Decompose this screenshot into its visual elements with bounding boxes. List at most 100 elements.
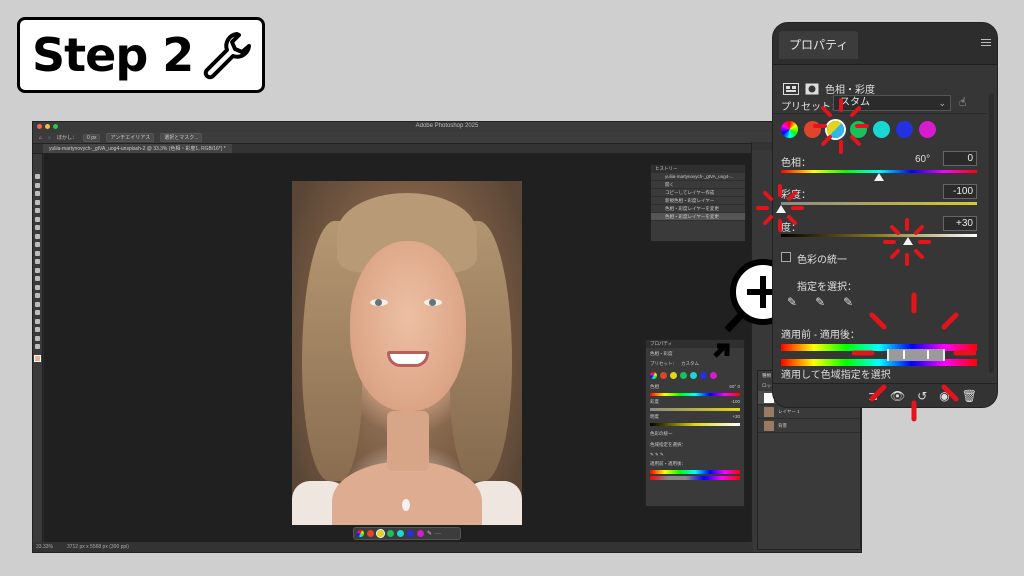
step-label: Step 2 bbox=[32, 28, 194, 82]
eraser-tool-icon[interactable] bbox=[35, 267, 40, 273]
options-bar: ⌂ ◌ ぼかし： 0 px アンチエイリアス 選択とマスク... bbox=[33, 132, 861, 144]
history-snapshot[interactable]: yuliia-martynovych-_gtVA_uog4-... bbox=[651, 173, 745, 181]
hue-value-input[interactable]: 0 bbox=[943, 151, 977, 166]
master-channel-icon[interactable] bbox=[357, 530, 364, 537]
mini-hue-value[interactable]: 0 bbox=[737, 384, 740, 389]
healing-tool-icon[interactable] bbox=[35, 233, 40, 239]
panel-menu-icon[interactable] bbox=[981, 39, 991, 46]
blur-tool-icon[interactable] bbox=[35, 284, 40, 290]
eyedropper-icon[interactable]: ✎ bbox=[427, 530, 432, 537]
eyedropper-group: ✎ ✎ ✎ bbox=[787, 295, 853, 309]
mini-eyedroppers[interactable]: ✎ ✎ ✎ bbox=[646, 450, 744, 460]
history-brush-tool-icon[interactable] bbox=[35, 259, 40, 264]
layer-thumbnail bbox=[764, 420, 774, 431]
mini-hue-label: 色相 bbox=[650, 384, 659, 389]
color-swatch[interactable] bbox=[34, 354, 41, 362]
quick-select-tool-icon[interactable] bbox=[35, 199, 40, 205]
blue-channel-swatch[interactable] bbox=[407, 530, 414, 537]
colorize-label: 色彩の統一 bbox=[797, 255, 847, 266]
lasso-icon[interactable]: ◌ bbox=[48, 135, 51, 141]
history-item[interactable]: 新規色相・彩度レイヤー bbox=[651, 197, 745, 205]
magenta-channel-swatch[interactable] bbox=[919, 121, 936, 138]
cyan-channel-swatch[interactable] bbox=[873, 121, 890, 138]
hue-slider-thumb[interactable] bbox=[874, 173, 884, 181]
document-tabs: yuliia-martynovych-_gtVA_uog4-unsplash-2… bbox=[33, 144, 861, 154]
lightness-slider-track[interactable] bbox=[781, 234, 977, 237]
shape-tool-icon[interactable] bbox=[35, 327, 40, 332]
blur-input[interactable]: 0 px bbox=[83, 133, 101, 142]
lightness-value-input[interactable]: +30 bbox=[943, 216, 977, 231]
zoom-level[interactable]: 33.33% bbox=[36, 544, 53, 550]
brush-tool-icon[interactable] bbox=[35, 242, 40, 247]
layer-thumbnail bbox=[764, 406, 774, 417]
scrollbar[interactable] bbox=[989, 93, 994, 373]
app-title: Adobe Photoshop 2025 bbox=[415, 123, 479, 129]
saturation-value-input[interactable]: -100 bbox=[943, 184, 977, 199]
status-bar: 33.33% 3712 px x 5568 px (300 ppi) bbox=[33, 542, 753, 552]
mask-icon[interactable] bbox=[805, 83, 819, 95]
home-icon[interactable]: ⌂ bbox=[39, 135, 42, 141]
zoom-tool-icon[interactable] bbox=[35, 344, 40, 349]
crop-tool-icon[interactable] bbox=[35, 208, 40, 213]
highlight-burst-icon bbox=[852, 292, 976, 422]
mini-preset-select[interactable]: カスタム bbox=[681, 361, 699, 367]
highlight-burst-icon bbox=[756, 184, 804, 232]
blue-channel-swatch[interactable] bbox=[896, 121, 913, 138]
stamp-tool-icon[interactable] bbox=[35, 250, 40, 256]
history-item[interactable]: 開く bbox=[651, 181, 745, 189]
properties-titlebar: プロパティ bbox=[773, 23, 997, 65]
hue-label: 色相： bbox=[781, 158, 811, 169]
eyedropper-icon[interactable]: ✎ bbox=[787, 295, 797, 309]
history-panel: ヒストリー yuliia-martynovych-_gtVA_uog4-... … bbox=[650, 164, 746, 242]
history-item-selected[interactable]: 色相・彩度レイヤーを変更 bbox=[651, 213, 745, 221]
mini-light-value[interactable]: +30 bbox=[732, 414, 740, 420]
chevron-down-icon: ⌄ bbox=[938, 98, 946, 108]
red-channel-swatch[interactable] bbox=[367, 530, 374, 537]
document-photo[interactable] bbox=[292, 181, 522, 525]
dodge-tool-icon[interactable] bbox=[35, 293, 40, 298]
marquee-tool-icon[interactable] bbox=[35, 182, 40, 188]
type-tool-icon[interactable] bbox=[35, 310, 40, 315]
saturation-slider-track[interactable] bbox=[781, 202, 977, 205]
green-channel-swatch[interactable] bbox=[387, 530, 394, 537]
master-channel-icon[interactable] bbox=[781, 121, 798, 138]
mini-colorize[interactable]: 色彩の統一 bbox=[646, 428, 744, 440]
mini-sat-label: 彩度 bbox=[650, 399, 659, 404]
magenta-channel-swatch[interactable] bbox=[417, 530, 424, 537]
adjustment-name: 色相・彩度 bbox=[825, 85, 875, 96]
more-icon[interactable]: ··· bbox=[435, 531, 441, 537]
blur-label: ぼかし： bbox=[57, 135, 78, 141]
properties-tab[interactable]: プロパティ bbox=[779, 31, 859, 59]
move-tool-icon[interactable] bbox=[35, 174, 40, 179]
mini-light-label: 明度 bbox=[650, 414, 659, 419]
select-range-label: 指定を選択： bbox=[797, 282, 857, 293]
eyedropper-tool-icon[interactable] bbox=[35, 225, 40, 230]
layer-row[interactable]: 背景 bbox=[758, 419, 860, 433]
eyedropper-plus-icon[interactable]: ✎ bbox=[815, 295, 825, 309]
select-mask-button[interactable]: 選択とマスク... bbox=[160, 133, 203, 142]
layer-name: 背景 bbox=[778, 422, 787, 428]
document-size: 3712 px x 5568 px (300 ppi) bbox=[66, 544, 129, 550]
document-tab[interactable]: yuliia-martynovych-_gtVA_uog4-unsplash-2… bbox=[43, 144, 232, 153]
gradient-tool-icon[interactable] bbox=[35, 276, 40, 281]
pen-tool-icon[interactable] bbox=[35, 301, 40, 307]
targeted-adjustment-hand-icon[interactable]: ☝ bbox=[959, 95, 966, 109]
history-item[interactable]: コピーしてレイヤー作成 bbox=[651, 189, 745, 197]
hue-degree: 60° bbox=[915, 154, 931, 165]
antialias-checkbox[interactable]: アンチエイリアス bbox=[106, 133, 155, 142]
frame-tool-icon[interactable] bbox=[35, 216, 40, 222]
lasso-tool-icon[interactable] bbox=[35, 191, 40, 196]
history-item[interactable]: 色相・彩度レイヤーを変更 bbox=[651, 205, 745, 213]
history-title: ヒストリー bbox=[651, 165, 745, 173]
adjustment-layer-icon[interactable] bbox=[783, 82, 799, 95]
cyan-channel-swatch[interactable] bbox=[397, 530, 404, 537]
mini-sat-value[interactable]: -100 bbox=[731, 399, 740, 405]
yellow-channel-swatch[interactable] bbox=[376, 529, 385, 538]
path-select-tool-icon[interactable] bbox=[35, 318, 40, 324]
colorize-checkbox[interactable] bbox=[781, 252, 791, 262]
mini-preset-label: プリセット： bbox=[650, 361, 677, 366]
highlight-burst-icon bbox=[813, 98, 869, 154]
highlight-burst-icon bbox=[883, 218, 931, 266]
before-after-label: 適用前 - 適用後： bbox=[781, 330, 860, 341]
hand-tool-icon[interactable] bbox=[35, 335, 40, 341]
